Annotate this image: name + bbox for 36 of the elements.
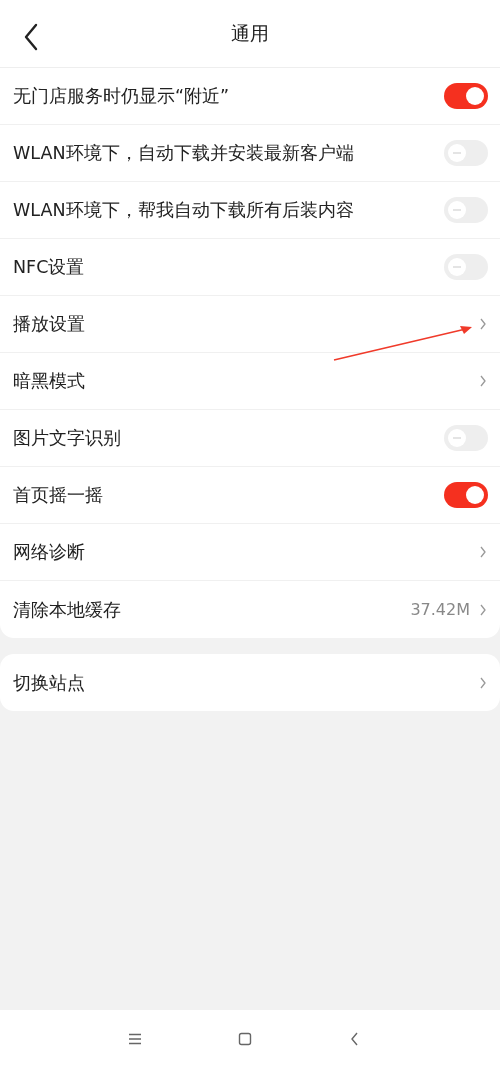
row-label: 播放设置 [13,313,86,336]
toggle-switch[interactable] [444,140,488,166]
settings-row[interactable]: 暗黑模式 [0,353,500,410]
row-label: WLAN环境下，自动下载并安装最新客户端 [13,142,355,165]
settings-row[interactable]: 图片文字识别 [0,410,500,467]
row-label: 无门店服务时仍显示“附近” [13,85,231,108]
settings-row[interactable]: 清除本地缓存 37.42M [0,581,500,638]
chevron-icon [480,318,486,330]
row-label: 首页摇一摇 [13,484,104,507]
row-label: NFC设置 [13,256,86,279]
chevron-icon [480,676,486,689]
row-value: 37.42M [410,600,470,619]
settings-row[interactable]: NFC设置 [0,239,500,296]
row-label: 清除本地缓存 [13,598,122,622]
row-label: WLAN环境下，帮我自动下载所有后装内容 [13,199,355,222]
settings-row[interactable]: WLAN环境下，帮我自动下载所有后装内容 [0,182,500,239]
row-label: 图片文字识别 [13,427,122,450]
row-label: 切换站点 [13,671,86,695]
chevron-icon [480,603,486,616]
settings-row[interactable]: 首页摇一摇 [0,467,500,524]
settings-row[interactable]: 网络诊断 [0,524,500,581]
row-label: 暗黑模式 [13,370,86,393]
toggle-switch[interactable] [444,83,488,109]
settings-row[interactable]: 无门店服务时仍显示“附近” [0,68,500,125]
toggle-switch[interactable] [444,197,488,223]
page-title: 通用 [231,20,269,46]
row-label: 网络诊断 [13,541,86,564]
settings-row[interactable]: WLAN环境下，自动下载并安装最新客户端 [0,125,500,182]
settings-row[interactable]: 播放设置 [0,296,500,353]
home-icon[interactable] [237,1030,253,1047]
settings-row[interactable]: 切换站点 [0,654,500,711]
chevron-icon [480,375,486,387]
toggle-switch[interactable] [444,482,488,508]
toggle-switch[interactable] [444,425,488,451]
chevron-icon [480,546,486,558]
toggle-switch[interactable] [444,254,488,280]
